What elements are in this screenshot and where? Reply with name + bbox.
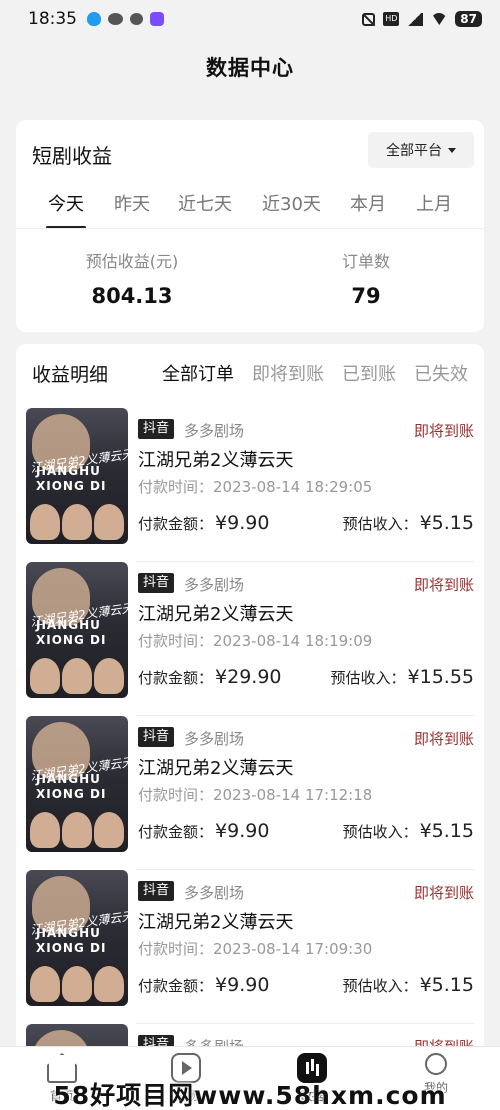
platform-badge: 抖音 [138,881,175,901]
qq-icon [87,12,101,26]
drama-poster: 江湖兄弟2义薄云天 JIANGHU XIONG DI [26,716,128,852]
order-status: 即将到账 [413,884,474,902]
order-source: 多多剧场 [184,730,245,748]
stat-estimated-income: 预估收益(元) 804.13 [52,248,212,308]
order-status: 即将到账 [413,576,474,594]
summary-card: 短剧收益 全部平台 今天 昨天 近七天 近30天 本月 上月 预估收益(元) 8… [16,120,484,332]
filter-all-orders[interactable]: 全部订单 [162,360,234,386]
order-item[interactable]: 江湖兄弟2义薄云天 JIANGHU XIONG DI 抖音 多多剧场 即将到账 江… [26,716,474,870]
income-detail-card: 收益明细 全部订单 即将到账 已到账 已失效 江湖兄弟2义薄云天 JIANGHU… [16,344,484,1064]
drama-title: 江湖兄弟2义薄云天 [138,758,294,779]
order-item[interactable]: 江湖兄弟2义薄云天 JIANGHU XIONG DI 抖音 多多剧场 即将到账 江… [26,562,475,716]
pay-amount: 付款金额： ¥9.90 [138,512,270,534]
notification-icons [87,12,164,26]
signal-icon [407,12,424,26]
detail-title: 收益明细 [32,364,109,386]
tab-yesterday[interactable]: 昨天 [114,190,150,216]
drama-title: 江湖兄弟2义薄云天 [138,450,294,471]
drama-title: 江湖兄弟2义薄云天 [138,604,294,625]
pay-time: 付款时间：2023-08-14 17:09:30 [138,940,373,958]
estimated-income: 预估收入： ¥5.15 [342,820,474,842]
platform-badge: 抖音 [138,573,175,593]
platform-badge: 抖音 [138,727,175,747]
divider [16,228,484,229]
tab-today[interactable]: 今天 [48,190,84,216]
stat-label: 订单数 [341,252,390,271]
order-status: 即将到账 [413,422,474,440]
battery-icon: 87 [455,11,482,27]
status-time: 18:35 [28,9,77,29]
stat-order-count: 订单数 79 [286,248,446,308]
platform-select-label: 全部平台 [386,143,442,159]
drama-poster: 江湖兄弟2义薄云天 JIANGHU XIONG DI [26,408,128,544]
hd-icon: HD [383,12,400,26]
drama-poster: 江湖兄弟2义薄云天 JIANGHU XIONG DI [26,870,128,1006]
pay-time: 付款时间：2023-08-14 17:12:18 [138,786,373,804]
pay-amount: 付款金额： ¥9.90 [138,974,270,996]
drama-poster: 江湖兄弟2义薄云天 JIANGHU XIONG DI [26,562,128,698]
order-source: 多多剧场 [184,884,245,902]
tab-last-30-days[interactable]: 近30天 [262,190,321,216]
stat-value: 804.13 [91,284,173,308]
summary-title: 短剧收益 [32,144,112,168]
order-source: 多多剧场 [184,576,245,594]
order-status: 即将到账 [413,730,474,748]
estimated-income: 预估收入： ¥5.15 [342,512,474,534]
tab-this-month[interactable]: 本月 [350,190,386,216]
wifi-icon [431,13,448,25]
pay-amount: 付款金额： ¥29.90 [138,666,282,688]
drama-title: 江湖兄弟2义薄云天 [138,912,294,933]
mute-icon [362,12,376,26]
date-tabs: 今天 昨天 近七天 近30天 本月 上月 [16,190,484,230]
app-notification-icon [150,12,164,26]
status-bar: 18:35 HD 87 [0,0,500,38]
watermark: 58好项目网www.58hxm.com [53,1081,447,1110]
filter-settled[interactable]: 已到账 [342,360,396,386]
wechat-icon [108,13,123,25]
estimated-income: 预估收入： ¥15.55 [330,666,475,688]
tab-last-month[interactable]: 上月 [416,190,452,216]
pay-time: 付款时间：2023-08-14 18:29:05 [138,478,373,496]
filter-expired[interactable]: 已失效 [414,360,468,386]
estimated-income: 预估收入： ¥5.15 [342,974,474,996]
order-item[interactable]: 江湖兄弟2义薄云天 JIANGHU XIONG DI 抖音 多多剧场 即将到账 江… [26,408,474,562]
tab-last-7-days[interactable]: 近七天 [178,190,232,216]
platform-select[interactable]: 全部平台 [368,132,474,168]
system-icons: HD 87 [362,11,482,27]
order-source: 多多剧场 [184,422,245,440]
pay-time: 付款时间：2023-08-14 18:19:09 [138,632,373,650]
filter-pending[interactable]: 即将到账 [252,360,324,386]
platform-badge: 抖音 [138,419,175,439]
page-title: 数据中心 [206,56,294,80]
stat-value: 79 [351,284,381,308]
stat-label: 预估收益(元) [85,252,179,271]
pay-amount: 付款金额： ¥9.90 [138,820,270,842]
caret-down-icon [448,147,456,153]
chat-icon [130,13,143,25]
user-icon [425,1053,447,1075]
order-item[interactable]: 江湖兄弟2义薄云天 JIANGHU XIONG DI 抖音 多多剧场 即将到账 江… [26,870,474,1024]
